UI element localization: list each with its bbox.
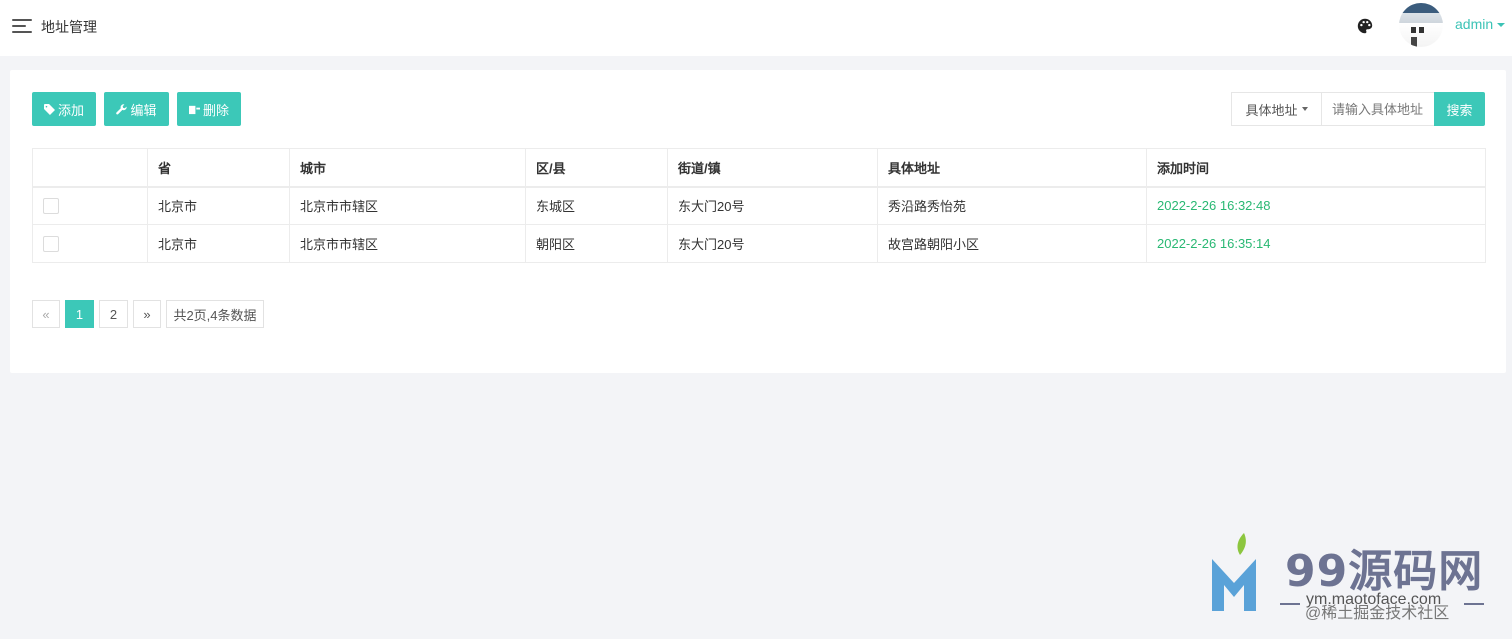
table-header-row: 省 城市 区/县 街道/镇 具体地址 添加时间 — [32, 148, 1486, 188]
column-header-select — [32, 148, 148, 188]
pagination-page-2[interactable]: 2 — [99, 300, 128, 328]
table-row[interactable]: 北京市 北京市市辖区 朝阳区 东大门20号 故宫路朝阳小区 2022-2-26 … — [32, 224, 1486, 263]
row-select-cell — [32, 186, 148, 225]
address-cell: 秀沿路秀怡苑 — [877, 186, 1147, 225]
user-menu[interactable]: admin — [1455, 16, 1506, 32]
column-header-street[interactable]: 街道/镇 — [667, 148, 878, 188]
main-panel: 添加 编辑 删除 具体地址 搜索 省 城市 — [10, 70, 1506, 373]
pagination-next[interactable]: » — [133, 300, 161, 328]
district-cell: 朝阳区 — [525, 224, 668, 263]
search-field-select[interactable]: 具体地址 — [1231, 92, 1321, 126]
district-cell: 东城区 — [525, 186, 668, 225]
search-input[interactable] — [1321, 92, 1434, 126]
province-cell: 北京市 — [147, 224, 290, 263]
column-header-city[interactable]: 城市 — [289, 148, 526, 188]
search-field-label: 具体地址 — [1245, 102, 1298, 118]
pagination-prev[interactable]: « — [32, 300, 60, 328]
column-header-district[interactable]: 区/县 — [525, 148, 668, 188]
watermark: 99源码网 ym.maotoface.com @稀土掘金技术社区 — [1210, 533, 1510, 637]
delete-button[interactable]: 删除 — [177, 92, 241, 126]
trash-icon — [188, 105, 200, 114]
delete-button-label: 删除 — [202, 102, 229, 118]
search-button[interactable]: 搜索 — [1434, 92, 1485, 126]
added-at-cell: 2022-2-26 16:35:14 — [1146, 224, 1486, 263]
added-at-cell: 2022-2-26 16:32:48 — [1146, 186, 1486, 225]
avatar[interactable] — [1399, 3, 1443, 47]
username-label: admin — [1455, 16, 1494, 32]
wrench-icon — [116, 103, 128, 114]
edit-button-label: 编辑 — [130, 102, 157, 118]
search-group: 具体地址 搜索 — [1231, 92, 1485, 126]
province-cell: 北京市 — [147, 186, 290, 225]
watermark-rule-right — [1464, 603, 1484, 605]
add-button-label: 添加 — [57, 102, 84, 118]
watermark-title: 99源码网 — [1285, 546, 1484, 597]
watermark-credit: @稀土掘金技术社区 — [1305, 605, 1450, 622]
chevron-down-icon — [1301, 107, 1308, 111]
column-header-province[interactable]: 省 — [147, 148, 290, 188]
watermark-logo — [1212, 533, 1256, 611]
address-cell: 故宫路朝阳小区 — [877, 224, 1147, 263]
palette-icon[interactable] — [1356, 17, 1374, 35]
top-header: 地址管理 admin — [0, 0, 1512, 56]
table-row[interactable]: 北京市 北京市市辖区 东城区 东大门20号 秀沿路秀怡苑 2022-2-26 1… — [32, 186, 1486, 225]
city-cell: 北京市市辖区 — [289, 186, 526, 225]
row-checkbox[interactable] — [43, 198, 59, 215]
address-table: 省 城市 区/县 街道/镇 具体地址 添加时间 北京市 北京市市辖区 东城区 东… — [32, 148, 1486, 263]
chevron-down-icon — [1497, 23, 1506, 28]
add-button[interactable]: 添加 — [32, 92, 96, 126]
row-select-cell — [32, 224, 148, 263]
edit-button[interactable]: 编辑 — [104, 92, 169, 126]
row-checkbox[interactable] — [43, 235, 59, 252]
column-header-added-at[interactable]: 添加时间 — [1146, 148, 1486, 188]
city-cell: 北京市市辖区 — [289, 224, 526, 263]
menu-toggle-icon[interactable] — [12, 19, 32, 33]
tag-icon — [43, 103, 55, 115]
page-title: 地址管理 — [41, 19, 97, 35]
street-cell: 东大门20号 — [667, 186, 878, 225]
street-cell: 东大门20号 — [667, 224, 878, 263]
watermark-rule-left — [1280, 603, 1300, 605]
pagination-page-1[interactable]: 1 — [65, 300, 94, 328]
pagination-info: 共2页,4条数据 — [166, 300, 264, 328]
column-header-address[interactable]: 具体地址 — [877, 148, 1147, 188]
pagination: « 1 2 » 共2页,4条数据 — [32, 300, 264, 328]
